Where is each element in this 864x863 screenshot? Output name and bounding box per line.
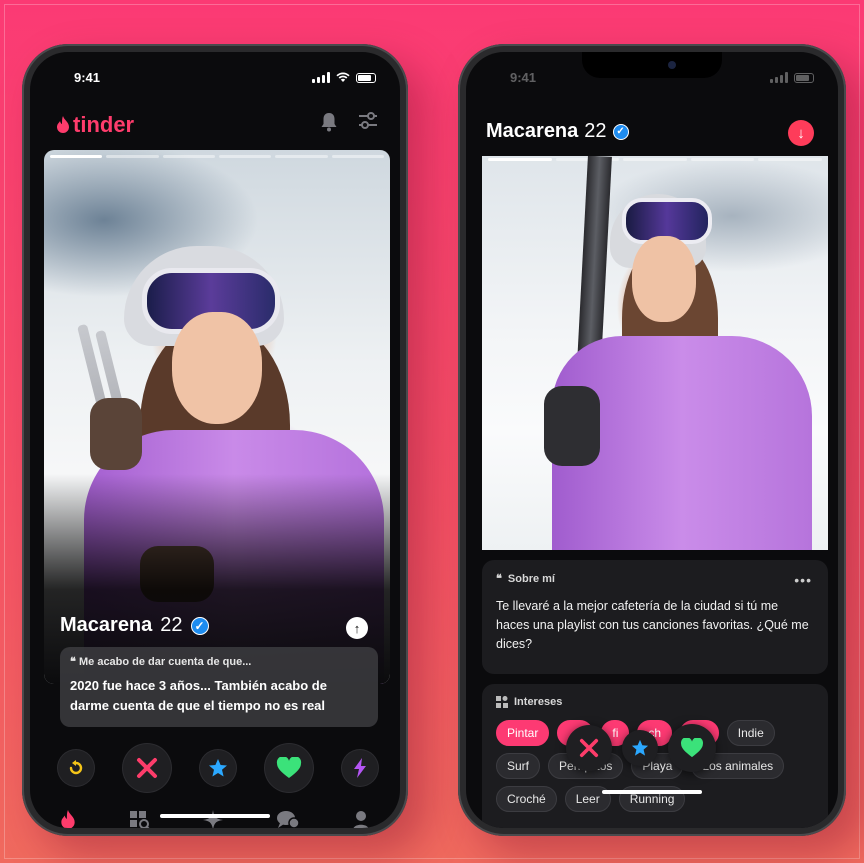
glove-illustration	[90, 398, 142, 470]
signal-icon	[770, 72, 788, 83]
super-like-icon	[631, 739, 649, 756]
status-time: 9:41	[74, 70, 101, 85]
quote-icon: ❝	[496, 573, 502, 585]
face-illustration	[172, 312, 262, 424]
home-indicator	[160, 814, 270, 818]
interest-chip[interactable]: Pintar	[496, 720, 550, 746]
bio-heading: Me acabo de dar cuenta de que...	[78, 656, 252, 668]
floating-action-buttons	[566, 724, 716, 772]
glove-illustration	[544, 386, 600, 466]
brand-text: tinder	[73, 112, 135, 137]
right-phone: 9:41 Macarena 22 ✓ ↓ ❝ Sobre mí ••• Te l…	[458, 44, 846, 836]
left-phone: 9:41 tinder Macarena 22 ✓ ↑ ❝ Me acabo d…	[22, 44, 408, 836]
profile-name: Macarena	[486, 120, 579, 142]
tinder-logo: tinder	[56, 112, 134, 138]
bio-prompt: ❝ Me acabo de dar cuenta de que... 2020 …	[60, 647, 378, 727]
tinder-flame-icon[interactable]	[60, 810, 76, 828]
status-icons	[312, 72, 376, 83]
boost-icon	[354, 758, 366, 778]
profile-icon[interactable]	[352, 810, 370, 828]
home-indicator	[602, 790, 702, 794]
explore-icon[interactable]	[129, 810, 151, 828]
quote-icon: ❝	[70, 656, 79, 668]
sparkle-icon[interactable]	[203, 810, 223, 828]
right-screen: 9:41 Macarena 22 ✓ ↓ ❝ Sobre mí ••• Te l…	[466, 52, 838, 828]
super-like-button[interactable]	[200, 750, 236, 786]
header-icons	[320, 112, 378, 132]
open-profile-button[interactable]: ↑	[346, 617, 368, 639]
battery-icon	[356, 72, 376, 83]
camera	[668, 61, 676, 69]
profile-card[interactable]	[44, 150, 390, 684]
bell-icon[interactable]	[320, 112, 338, 132]
profile-photo[interactable]	[482, 156, 828, 550]
interest-chip[interactable]: Surf	[496, 753, 541, 779]
signal-icon	[312, 72, 330, 83]
interests-heading: Intereses	[514, 696, 563, 708]
like-button[interactable]	[668, 724, 716, 772]
face-illustration	[632, 236, 696, 322]
verified-icon: ✓	[612, 123, 629, 140]
interest-chip[interactable]: Indie	[726, 720, 775, 746]
status-bar: 9:41	[58, 70, 376, 88]
like-icon	[681, 738, 703, 758]
status-icons	[770, 72, 814, 83]
battery-icon	[794, 72, 814, 83]
verified-icon: ✓	[190, 616, 209, 635]
rewind-button[interactable]	[58, 750, 94, 786]
filters-icon[interactable]	[358, 112, 378, 130]
bio-text: 2020 fue hace 3 años... También acabo de…	[70, 678, 327, 713]
tinder-flame-icon	[57, 116, 69, 133]
profile-title: Macarena 22 ✓	[486, 120, 629, 143]
nope-button[interactable]	[123, 744, 171, 792]
nope-button[interactable]	[566, 725, 612, 771]
like-button[interactable]	[265, 744, 313, 792]
action-buttons	[58, 744, 378, 792]
photo-indicators	[50, 155, 384, 158]
nope-icon	[137, 758, 157, 778]
profile-name: Macarena	[60, 614, 153, 636]
wifi-icon	[336, 72, 350, 82]
bio-heading-row: ❝ Me acabo de dar cuenta de que...	[70, 655, 368, 668]
interests-icon	[496, 696, 508, 708]
interests-heading-row: Intereses	[496, 696, 814, 708]
profile-age: 22	[584, 120, 607, 142]
close-profile-button[interactable]: ↓	[788, 120, 814, 146]
like-icon	[276, 757, 302, 778]
tab-bar	[60, 810, 370, 828]
interest-chip[interactable]: Croché	[496, 786, 557, 812]
rewind-icon	[69, 760, 83, 775]
more-options-icon[interactable]: •••	[794, 572, 812, 588]
about-heading-row: ❝ Sobre mí	[496, 572, 814, 586]
profile-name-row: Macarena 22 ✓	[60, 614, 209, 637]
about-section: ❝ Sobre mí ••• Te llevaré a la mejor caf…	[482, 560, 828, 674]
super-like-icon	[209, 759, 227, 777]
boost-button[interactable]	[342, 750, 378, 786]
chat-icon[interactable]	[276, 810, 300, 828]
notch	[582, 52, 722, 78]
nope-icon	[579, 738, 599, 758]
status-time: 9:41	[510, 70, 537, 85]
about-heading: Sobre mí	[507, 572, 555, 585]
photo-indicators	[488, 158, 822, 161]
left-screen: 9:41 tinder Macarena 22 ✓ ↑ ❝ Me acabo d…	[30, 52, 400, 828]
profile-age: 22	[160, 614, 183, 636]
about-text: Te llevaré a la mejor cafetería de la ci…	[496, 599, 809, 651]
super-like-button[interactable]	[622, 730, 658, 766]
